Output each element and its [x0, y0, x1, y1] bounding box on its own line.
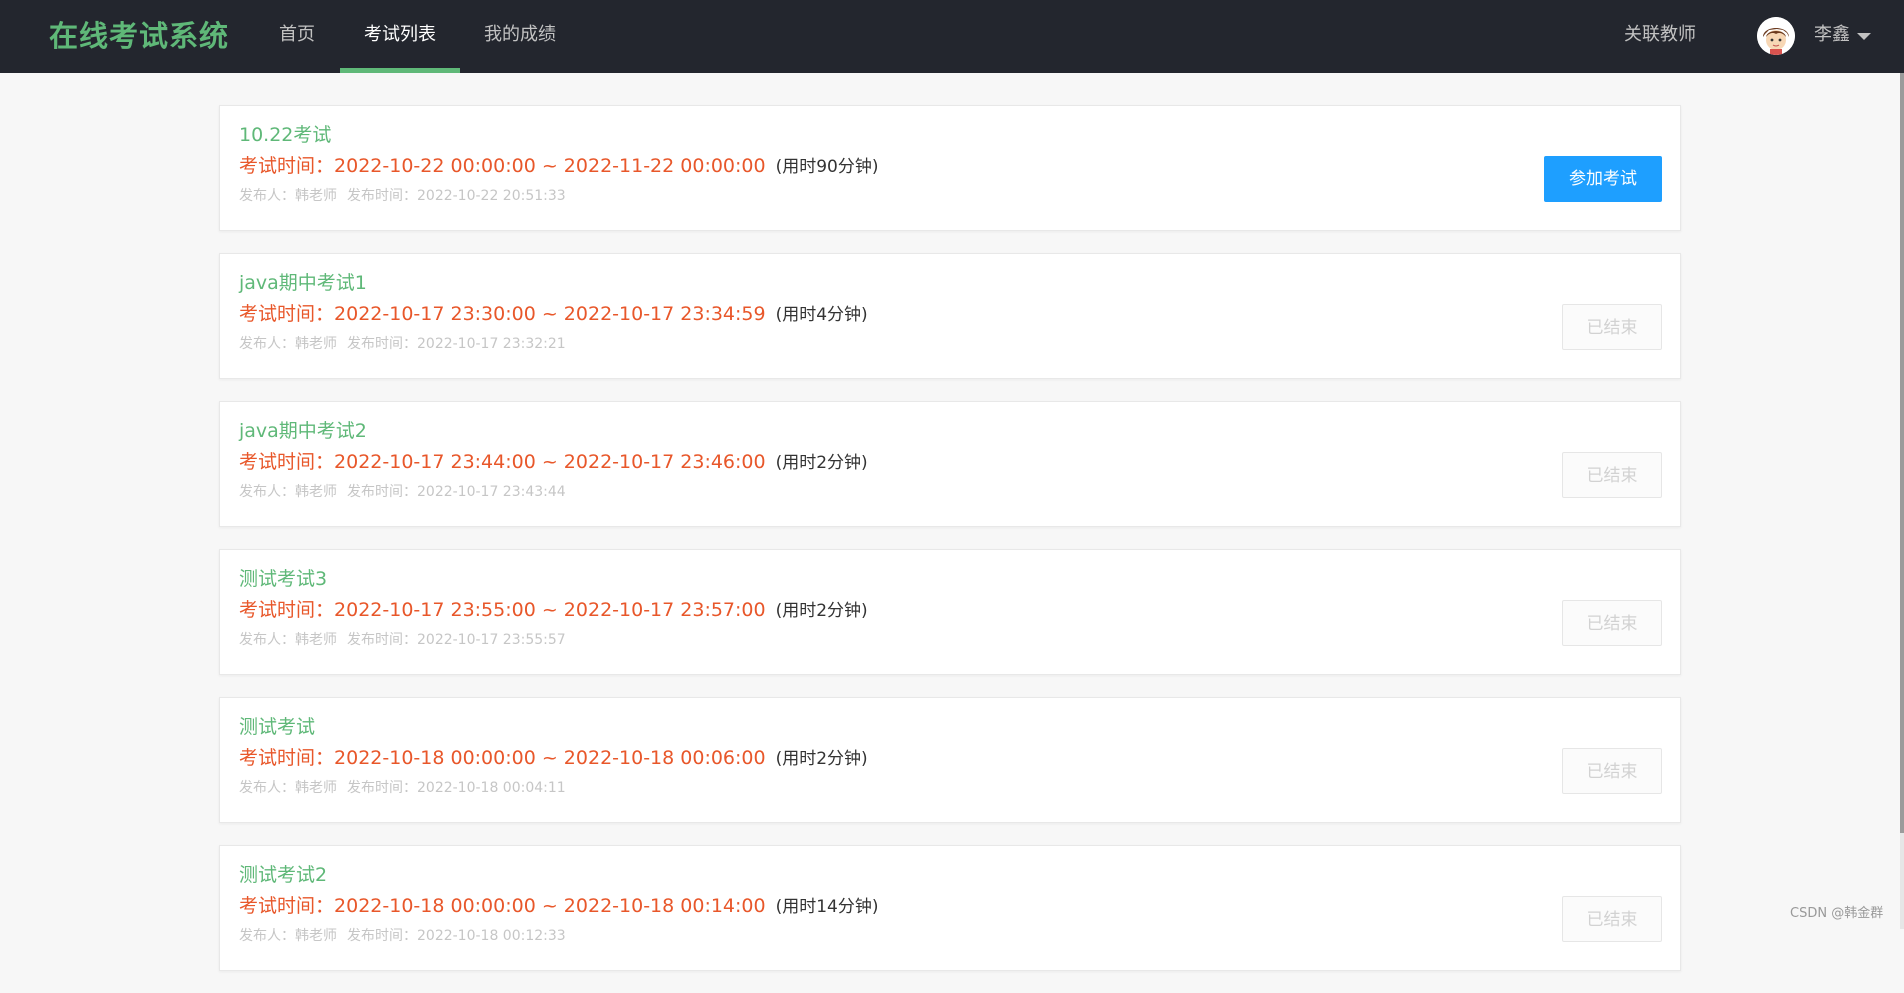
exam-publish-time: 发布时间：2022-10-18 00:12:33 [347, 928, 566, 944]
exam-publisher: 发布人：韩老师 [239, 928, 337, 944]
exam-time-prefix: 考试时间： [239, 155, 335, 177]
exam-time-range: 2022-10-17 23:55:00 ~ 2022-10-17 23:57:0… [334, 599, 766, 621]
exam-time-prefix: 考试时间： [239, 747, 335, 769]
exam-publisher: 发布人：韩老师 [239, 780, 337, 796]
exam-time: 考试时间：2022-10-17 23:44:00 ~ 2022-10-17 23… [239, 450, 868, 475]
user-menu[interactable]: 李鑫 [1757, 16, 1875, 56]
exam-time-range: 2022-10-17 23:30:00 ~ 2022-10-17 23:34:5… [334, 303, 766, 325]
exam-meta: 发布人：韩老师 发布时间：2022-10-17 23:32:21 [239, 335, 566, 353]
top-navbar: 在线考试系统 首页 考试列表 我的成绩 关联教师 李鑫 [0, 0, 1904, 73]
exam-time-range: 2022-10-18 00:00:00 ~ 2022-10-18 00:14:0… [334, 895, 766, 917]
nav-exam-list[interactable]: 考试列表 [340, 0, 460, 73]
exam-time-range: 2022-10-17 23:44:00 ~ 2022-10-17 23:46:0… [334, 451, 766, 473]
exam-card: 测试考试2 考试时间：2022-10-18 00:00:00 ~ 2022-10… [219, 845, 1681, 971]
nav-my-scores[interactable]: 我的成绩 [476, 0, 564, 73]
user-name[interactable]: 李鑫 [1814, 16, 1850, 56]
exam-publisher: 发布人：韩老师 [239, 336, 337, 352]
exam-time: 考试时间：2022-10-17 23:55:00 ~ 2022-10-17 23… [239, 598, 868, 623]
ended-button[interactable]: 已结束 [1562, 896, 1662, 942]
exam-title[interactable]: 10.22考试 [239, 123, 331, 147]
exam-meta: 发布人：韩老师 发布时间：2022-10-18 00:12:33 [239, 927, 566, 945]
exam-title[interactable]: java期中考试2 [239, 419, 367, 443]
ended-button[interactable]: 已结束 [1562, 452, 1662, 498]
exam-duration: (用时90分钟) [775, 157, 879, 177]
exam-list: 10.22考试 考试时间：2022-10-22 00:00:00 ~ 2022-… [219, 105, 1681, 993]
exam-time: 考试时间：2022-10-18 00:00:00 ~ 2022-10-18 00… [239, 746, 868, 771]
exam-publish-time: 发布时间：2022-10-22 20:51:33 [347, 188, 566, 204]
nav-my-scores-label: 我的成绩 [484, 24, 556, 45]
exam-duration: (用时2分钟) [775, 453, 868, 473]
exam-time: 考试时间：2022-10-17 23:30:00 ~ 2022-10-17 23… [239, 302, 868, 327]
watermark: CSDN @韩金群 [1790, 906, 1884, 921]
ended-button[interactable]: 已结束 [1562, 304, 1662, 350]
join-exam-button[interactable]: 参加考试 [1544, 156, 1662, 202]
exam-publish-time: 发布时间：2022-10-17 23:55:57 [347, 632, 566, 648]
exam-card: java期中考试1 考试时间：2022-10-17 23:30:00 ~ 202… [219, 253, 1681, 379]
exam-meta: 发布人：韩老师 发布时间：2022-10-17 23:43:44 [239, 483, 566, 501]
exam-duration: (用时4分钟) [775, 305, 868, 325]
related-teacher-link[interactable]: 关联教师 [1624, 0, 1696, 73]
exam-publish-time: 发布时间：2022-10-18 00:04:11 [347, 780, 566, 796]
ended-button[interactable]: 已结束 [1562, 600, 1662, 646]
exam-time: 考试时间：2022-10-22 00:00:00 ~ 2022-11-22 00… [239, 154, 879, 179]
exam-publisher: 发布人：韩老师 [239, 484, 337, 500]
exam-duration: (用时2分钟) [775, 749, 868, 769]
exam-title[interactable]: java期中考试1 [239, 271, 367, 295]
exam-time-prefix: 考试时间： [239, 895, 335, 917]
ended-button[interactable]: 已结束 [1562, 748, 1662, 794]
exam-meta: 发布人：韩老师 发布时间：2022-10-17 23:55:57 [239, 631, 566, 649]
scrollbar-thumb[interactable] [1900, 73, 1904, 833]
exam-title[interactable]: 测试考试2 [239, 863, 327, 887]
exam-publisher: 发布人：韩老师 [239, 188, 337, 204]
exam-card: 测试考试3 考试时间：2022-10-17 23:55:00 ~ 2022-10… [219, 549, 1681, 675]
exam-card: java期中考试2 考试时间：2022-10-17 23:44:00 ~ 202… [219, 401, 1681, 527]
exam-duration: (用时2分钟) [775, 601, 868, 621]
exam-time: 考试时间：2022-10-18 00:00:00 ~ 2022-10-18 00… [239, 894, 879, 919]
brand-logo[interactable]: 在线考试系统 [49, 14, 229, 58]
exam-time-range: 2022-10-22 00:00:00 ~ 2022-11-22 00:00:0… [334, 155, 766, 177]
exam-time-prefix: 考试时间： [239, 303, 335, 325]
nav-exam-list-label: 考试列表 [364, 24, 436, 45]
exam-publish-time: 发布时间：2022-10-17 23:43:44 [347, 484, 566, 500]
exam-time-prefix: 考试时间： [239, 451, 335, 473]
exam-card: 10.22考试 考试时间：2022-10-22 00:00:00 ~ 2022-… [219, 105, 1681, 231]
exam-duration: (用时14分钟) [775, 897, 879, 917]
exam-time-range: 2022-10-18 00:00:00 ~ 2022-10-18 00:06:0… [334, 747, 766, 769]
page-scrollbar[interactable] [1900, 73, 1904, 929]
exam-time-prefix: 考试时间： [239, 599, 335, 621]
exam-title[interactable]: 测试考试 [239, 715, 315, 739]
nav-home[interactable]: 首页 [263, 0, 331, 73]
exam-meta: 发布人：韩老师 发布时间：2022-10-18 00:04:11 [239, 779, 566, 797]
exam-publisher: 发布人：韩老师 [239, 632, 337, 648]
caret-down-icon[interactable] [1857, 33, 1871, 40]
active-nav-indicator [340, 68, 460, 73]
exam-meta: 发布人：韩老师 发布时间：2022-10-22 20:51:33 [239, 187, 566, 205]
nav-home-label: 首页 [279, 24, 315, 45]
exam-publish-time: 发布时间：2022-10-17 23:32:21 [347, 336, 566, 352]
avatar-face-icon [1757, 17, 1795, 55]
exam-card: 测试考试 考试时间：2022-10-18 00:00:00 ~ 2022-10-… [219, 697, 1681, 823]
exam-title[interactable]: 测试考试3 [239, 567, 327, 591]
avatar[interactable] [1757, 17, 1795, 55]
